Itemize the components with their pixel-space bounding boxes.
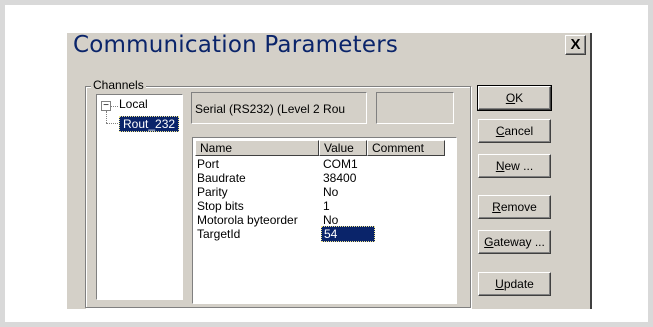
connection-extra-field [376, 92, 454, 124]
remove-button[interactable]: Remove [478, 195, 551, 219]
param-value-selected[interactable]: 54 [321, 226, 375, 242]
param-name: Stop bits [197, 199, 244, 213]
connection-type-field: Serial (RS232) (Level 2 Rou [191, 92, 367, 124]
communication-parameters-dialog: Communication Parameters X Channels − Lo… [67, 32, 592, 309]
title-bar[interactable]: Communication Parameters X [67, 32, 590, 60]
channels-tree[interactable]: − Local Rout_232 [96, 94, 183, 300]
param-value[interactable]: 38400 [323, 171, 356, 185]
update-button[interactable]: Update [478, 272, 551, 296]
column-header-name[interactable]: Name [195, 140, 319, 156]
tree-connector [106, 111, 107, 123]
close-button[interactable]: X [565, 35, 586, 55]
gateway-button[interactable]: Gateway ... [478, 230, 551, 254]
column-header-value[interactable]: Value [319, 140, 367, 156]
param-name: Port [197, 157, 220, 171]
channels-label: Channels [91, 78, 146, 92]
param-value[interactable]: No [323, 213, 338, 227]
param-name: Baudrate [197, 171, 246, 185]
new-button[interactable]: New ... [478, 154, 551, 178]
remove-label: emove [500, 200, 537, 214]
param-name: Parity [197, 185, 228, 199]
param-name: TargetId [197, 227, 241, 241]
new-label: ew ... [504, 159, 534, 173]
ok-accel: O [505, 91, 516, 105]
update-accel: U [495, 277, 504, 291]
dialog-title: Communication Parameters [73, 32, 399, 58]
ok-button[interactable]: OK [477, 85, 552, 111]
remove-accel: R [492, 200, 501, 214]
ok-label: K [515, 91, 524, 105]
cancel-button[interactable]: Cancel [478, 119, 551, 143]
update-label: pdate [503, 277, 534, 291]
tree-item-rout-232[interactable]: Rout_232 [119, 116, 180, 132]
cancel-label: ancel [504, 124, 534, 138]
column-header-comment[interactable]: Comment [367, 140, 445, 156]
param-value[interactable]: COM1 [323, 157, 358, 171]
tree-connector [106, 123, 118, 124]
parameters-table[interactable]: Name Value Comment Port COM1 Baudrate 38… [192, 137, 457, 304]
gateway-label: ateway ... [493, 235, 545, 249]
tree-item-local[interactable]: Local [119, 97, 148, 111]
param-name: Motorola byteorder [197, 213, 298, 227]
param-value[interactable]: 1 [323, 199, 330, 213]
tree-connector [110, 106, 118, 107]
param-value[interactable]: No [323, 185, 338, 199]
